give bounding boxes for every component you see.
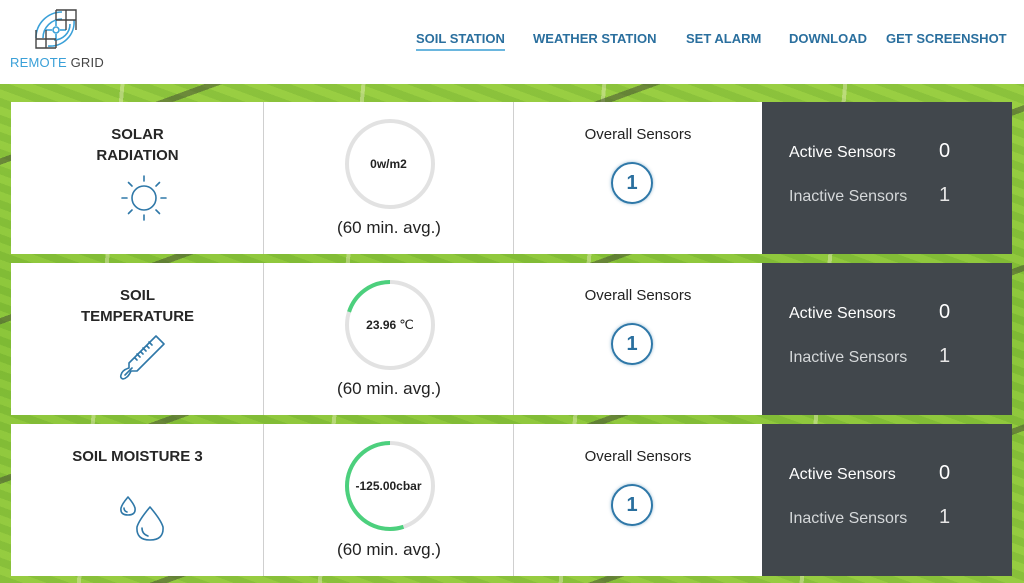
value-gauge: 0w/m2 — [344, 118, 436, 210]
active-sensors-count: 0 — [939, 301, 951, 323]
overall-sensors-label: Overall Sensors — [584, 287, 692, 304]
inactive-sensors-count: 1 — [939, 506, 951, 528]
gauge-cell: 0w/m2 (60 min. avg.) — [264, 102, 514, 254]
active-sensors-count: 0 — [939, 140, 951, 162]
avg-label: (60 min. avg.) — [337, 218, 441, 237]
sensor-info-cell: SOLAR RADIATION — [11, 102, 264, 254]
main-nav: SOIL STATION WEATHER STATION SET ALARM D… — [0, 31, 1024, 55]
sensor-row-solar-radiation: SOLAR RADIATION 0w/m2 (60 min. avg.) Ove… — [11, 102, 1012, 254]
overall-sensors-cell: Overall Sensors 1 — [514, 263, 762, 415]
nav-get-screenshot[interactable]: GET SCREENSHOT — [886, 31, 1007, 46]
nav-soil-station[interactable]: SOIL STATION — [416, 31, 505, 51]
inactive-sensors-label: Inactive Sensors — [789, 349, 908, 366]
brand-name: REMOTE GRID — [10, 55, 104, 70]
sensor-stats-panel: Active Sensors 0 Inactive Sensors 1 — [762, 263, 1012, 415]
sensor-stats-panel: Active Sensors 0 Inactive Sensors 1 — [762, 102, 1012, 254]
avg-label: (60 min. avg.) — [337, 540, 441, 559]
sensor-info-cell: SOIL TEMPERATURE — [11, 263, 264, 415]
gauge-value: 23.96 ℃ — [366, 317, 414, 332]
sensor-row-soil-temperature: SOIL TEMPERATURE 23.96 ℃ (60 min. avg.) … — [11, 263, 1012, 415]
sensor-stats-panel: Active Sensors 0 Inactive Sensors 1 — [762, 424, 1012, 576]
water-drops-icon — [120, 496, 164, 541]
inactive-sensors-label: Inactive Sensors — [789, 510, 908, 527]
top-header: REMOTE GRID SOIL STATION WEATHER STATION… — [0, 0, 1024, 84]
inactive-sensors-count: 1 — [939, 345, 951, 367]
sensor-title: SOIL TEMPERATURE — [80, 287, 195, 325]
overall-sensors-count[interactable]: 1 — [611, 162, 653, 204]
gauge-cell: -125.00cbar (60 min. avg.) — [264, 424, 514, 576]
inactive-sensors-label: Inactive Sensors — [789, 188, 908, 205]
sensor-row-soil-moisture-3: SOIL MOISTURE 3 -125.00cbar (60 min. avg… — [11, 424, 1012, 576]
thermometer-icon — [119, 335, 165, 380]
sun-icon — [121, 175, 167, 221]
sensor-title: SOIL MOISTURE 3 — [72, 448, 203, 465]
active-sensors-label: Active Sensors — [789, 466, 896, 483]
active-sensors-label: Active Sensors — [789, 144, 896, 161]
overall-sensors-label: Overall Sensors — [584, 126, 692, 143]
inactive-sensors-count: 1 — [939, 184, 951, 206]
sensor-title: SOLAR RADIATION — [96, 126, 179, 164]
active-sensors-label: Active Sensors — [789, 305, 896, 322]
gauge-value: 0w/m2 — [370, 157, 407, 171]
overall-sensors-cell: Overall Sensors 1 — [514, 424, 762, 576]
sensor-info-cell: SOIL MOISTURE 3 — [11, 424, 264, 576]
gauge-cell: 23.96 ℃ (60 min. avg.) — [264, 263, 514, 415]
overall-sensors-label: Overall Sensors — [584, 448, 692, 465]
overall-sensors-cell: Overall Sensors 1 — [514, 102, 762, 254]
overall-sensors-count[interactable]: 1 — [611, 323, 653, 365]
value-gauge: 23.96 ℃ — [344, 279, 436, 371]
active-sensors-count: 0 — [939, 462, 951, 484]
avg-label: (60 min. avg.) — [337, 379, 441, 398]
overall-sensors-count[interactable]: 1 — [611, 484, 653, 526]
nav-weather-station[interactable]: WEATHER STATION — [533, 31, 657, 46]
nav-set-alarm[interactable]: SET ALARM — [686, 31, 761, 46]
nav-download[interactable]: DOWNLOAD — [789, 31, 867, 46]
gauge-value: -125.00cbar — [355, 479, 422, 493]
value-gauge: -125.00cbar — [344, 440, 436, 532]
